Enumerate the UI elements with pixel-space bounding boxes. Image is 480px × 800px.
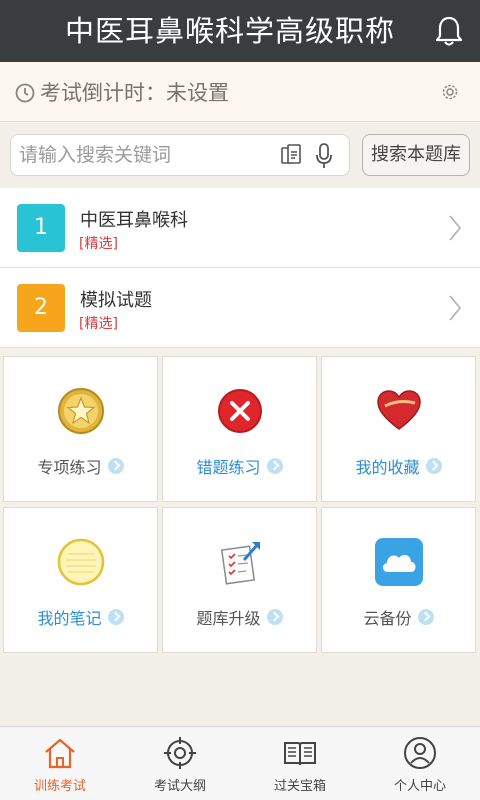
timer-icon <box>15 83 35 103</box>
feature-label: 题库升级 <box>196 609 261 628</box>
gear-icon[interactable] <box>440 82 460 102</box>
heart-icon <box>376 390 421 430</box>
feature-my-favorites[interactable]: 我的收藏 <box>321 356 476 502</box>
feature-label: 专项练习 <box>37 458 102 477</box>
feature-cloud-backup[interactable]: 云备份 <box>321 507 476 653</box>
user-icon <box>404 737 436 769</box>
arrow-right-icon <box>266 458 283 474</box>
tab-exam-syllabus[interactable]: 考试大纲 <box>120 727 240 800</box>
bank-row-1[interactable]: 1 中医耳鼻喉科 [精选] <box>0 188 480 268</box>
microphone-icon[interactable] <box>315 143 333 169</box>
bottom-tab-bar: 训练考试 考试大纲 过关宝箱 个人中心 <box>0 726 480 800</box>
bank-number-badge: 1 <box>17 204 65 252</box>
arrow-right-icon <box>107 609 124 625</box>
bank-row-2[interactable]: 2 模拟试题 [精选] <box>0 268 480 348</box>
page-title: 中医耳鼻喉科学高级职称 <box>64 14 395 48</box>
title-bar: 中医耳鼻喉科学高级职称 <box>0 0 480 62</box>
search-bank-button[interactable]: 搜索本题库 <box>362 134 470 176</box>
bank-name: 模拟试题 <box>80 290 152 311</box>
feature-special-practice[interactable]: 专项练习 <box>3 356 158 502</box>
feature-label: 我的笔记 <box>37 609 102 628</box>
arrow-right-icon <box>425 458 442 474</box>
feature-wrong-practice[interactable]: 错题练习 <box>162 356 317 502</box>
feature-label: 我的收藏 <box>355 458 420 477</box>
countdown-label: 考试倒计时：未设置 <box>40 81 229 105</box>
bank-number-badge: 2 <box>17 284 65 332</box>
search-bar: 搜索本题库 <box>0 122 480 188</box>
book-icon <box>284 742 316 766</box>
tab-label: 个人中心 <box>393 779 446 794</box>
tab-training-exam[interactable]: 训练考试 <box>0 727 120 800</box>
feature-label: 错题练习 <box>196 458 261 477</box>
feature-label: 云备份 <box>363 609 412 628</box>
search-input[interactable] <box>19 135 274 175</box>
chevron-right-icon <box>449 295 462 321</box>
star-badge-icon <box>57 388 104 434</box>
bell-icon[interactable] <box>432 14 466 48</box>
checklist-upgrade-icon <box>220 542 260 585</box>
feature-bank-upgrade[interactable]: 题库升级 <box>162 507 317 653</box>
arrow-right-icon <box>107 458 124 474</box>
chevron-right-icon <box>449 215 462 241</box>
exam-countdown-bar[interactable]: 考试倒计时：未设置 <box>0 62 480 122</box>
feature-my-notes[interactable]: 我的笔记 <box>3 507 158 653</box>
cloud-icon <box>374 538 423 586</box>
search-box <box>10 134 350 176</box>
notepad-icon <box>57 538 104 586</box>
arrow-right-icon <box>266 609 283 625</box>
target-icon <box>164 737 196 769</box>
scan-icon[interactable] <box>279 143 303 167</box>
bank-name: 中医耳鼻喉科 <box>80 210 188 231</box>
tab-label: 训练考试 <box>33 779 86 794</box>
red-cross-icon <box>217 389 262 433</box>
bank-tag: [精选] <box>79 316 118 332</box>
arrow-right-icon <box>417 609 434 625</box>
tab-label: 考试大纲 <box>153 779 206 794</box>
bank-tag: [精选] <box>79 236 118 252</box>
home-icon <box>45 738 75 769</box>
tab-pass-treasure[interactable]: 过关宝箱 <box>240 727 360 800</box>
tab-label: 过关宝箱 <box>273 779 326 794</box>
tab-personal-center[interactable]: 个人中心 <box>360 727 480 800</box>
